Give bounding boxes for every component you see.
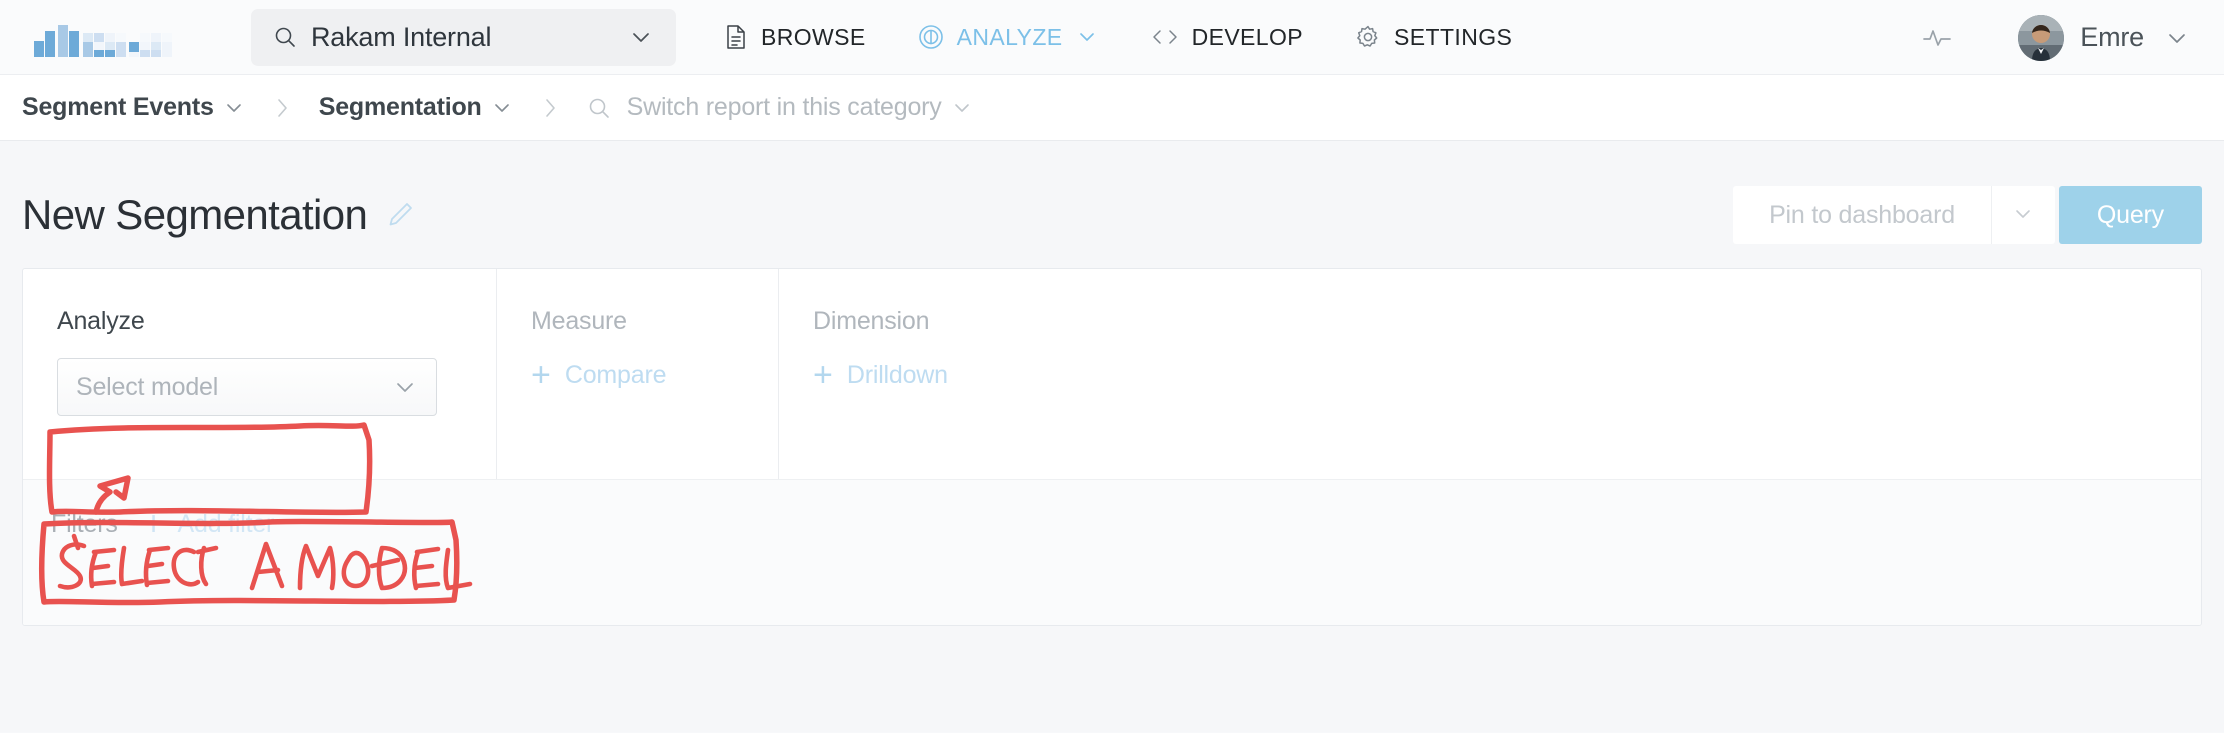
add-compare-button[interactable]: + Compare bbox=[531, 358, 778, 392]
breadcrumb-item-segmentation[interactable]: Segmentation bbox=[319, 93, 513, 122]
breadcrumb-item-segment-events[interactable]: Segment Events bbox=[22, 93, 245, 122]
chevron-down-icon[interactable] bbox=[223, 97, 245, 119]
breadcrumb-label: Segmentation bbox=[318, 93, 482, 121]
plus-icon: + bbox=[143, 505, 164, 543]
nav-item-browse[interactable]: BROWSE bbox=[724, 24, 866, 51]
breadcrumb-label: Segment Events bbox=[22, 93, 214, 121]
top-navigation-bar: Rakam Internal BROWSE ANALYZE DEVELOP SE… bbox=[0, 0, 2224, 75]
filters-label: Filters bbox=[51, 510, 118, 538]
breadcrumb-search-label: Switch report in this category bbox=[626, 93, 942, 121]
page-content: New Segmentation Pin to dashboard Query … bbox=[0, 141, 2224, 732]
pin-to-dashboard-group: Pin to dashboard bbox=[1733, 186, 2055, 244]
dimension-label: Dimension bbox=[813, 307, 930, 335]
user-menu[interactable]: Emre bbox=[2018, 14, 2190, 61]
chevron-right-icon bbox=[539, 95, 561, 121]
chevron-right-icon bbox=[271, 95, 293, 121]
page-title: New Segmentation bbox=[22, 191, 368, 238]
plus-icon: + bbox=[813, 356, 833, 394]
search-icon bbox=[273, 25, 297, 49]
chevron-down-icon bbox=[2011, 201, 2035, 230]
add-filter-button[interactable]: + Add filter bbox=[144, 507, 275, 541]
page-header: New Segmentation Pin to dashboard Query bbox=[0, 141, 2224, 253]
user-avatar bbox=[2018, 14, 2065, 61]
breadcrumb: Segment Events Segmentation Switch repor… bbox=[0, 75, 2224, 141]
measure-column: Measure + Compare bbox=[497, 269, 779, 479]
compass-icon bbox=[918, 24, 944, 50]
select-model-placeholder: Select model bbox=[76, 372, 219, 401]
dimension-column: Dimension + Drilldown bbox=[779, 269, 2201, 479]
workspace-name: Rakam Internal bbox=[311, 21, 492, 52]
gear-icon bbox=[1355, 24, 1381, 50]
add-filter-label: Add filter bbox=[177, 509, 275, 538]
plus-icon: + bbox=[531, 356, 551, 394]
page-header-actions: Pin to dashboard Query bbox=[1733, 186, 2202, 244]
pin-to-dashboard-button[interactable]: Pin to dashboard bbox=[1733, 186, 1991, 244]
nav-label-settings: SETTINGS bbox=[1394, 23, 1513, 50]
nav-item-analyze[interactable]: ANALYZE bbox=[918, 24, 1099, 51]
rakam-logo[interactable] bbox=[34, 17, 184, 57]
filters-row: Filters + Add filter bbox=[23, 479, 2201, 625]
user-name: Emre bbox=[2080, 22, 2144, 52]
nav-item-develop[interactable]: DEVELOP bbox=[1151, 24, 1303, 51]
nav-label-develop: DEVELOP bbox=[1191, 23, 1304, 50]
measure-label: Measure bbox=[531, 307, 627, 335]
add-drilldown-button[interactable]: + Drilldown bbox=[813, 358, 2201, 392]
query-button[interactable]: Query bbox=[2058, 186, 2202, 244]
nav-label-browse: BROWSE bbox=[761, 23, 866, 50]
chevron-down-icon[interactable] bbox=[2164, 25, 2190, 51]
chevron-down-icon[interactable] bbox=[491, 97, 513, 119]
pin-to-dashboard-label: Pin to dashboard bbox=[1769, 200, 1955, 229]
select-model-dropdown[interactable]: Select model bbox=[57, 358, 437, 416]
document-icon bbox=[724, 24, 748, 50]
breadcrumb-report-switcher[interactable]: Switch report in this category bbox=[587, 93, 973, 122]
query-builder-columns: Analyze Select model Measure + Compare D… bbox=[23, 269, 2201, 479]
nav-label-analyze: ANALYZE bbox=[956, 23, 1063, 50]
code-icon bbox=[1151, 25, 1179, 49]
search-icon bbox=[587, 96, 611, 120]
add-drilldown-label: Drilldown bbox=[846, 360, 948, 389]
chevron-down-icon[interactable] bbox=[1075, 25, 1099, 49]
workspace-selector[interactable]: Rakam Internal bbox=[251, 8, 676, 66]
nav-right-group: Emre bbox=[1922, 0, 2190, 75]
pin-dropdown-toggle[interactable] bbox=[1990, 186, 2055, 244]
analyze-column: Analyze Select model bbox=[23, 269, 497, 479]
main-nav-items: BROWSE ANALYZE DEVELOP SETTINGS bbox=[724, 24, 1564, 51]
chevron-down-icon bbox=[392, 374, 418, 400]
analyze-label: Analyze bbox=[57, 307, 145, 335]
activity-pulse-icon[interactable] bbox=[1922, 25, 1952, 51]
nav-item-settings[interactable]: SETTINGS bbox=[1355, 24, 1512, 51]
query-builder-card: Analyze Select model Measure + Compare D… bbox=[22, 268, 2202, 626]
add-compare-label: Compare bbox=[564, 360, 667, 389]
chevron-down-icon[interactable] bbox=[628, 24, 654, 50]
chevron-down-icon[interactable] bbox=[951, 97, 973, 119]
pencil-edit-icon[interactable] bbox=[385, 200, 415, 230]
